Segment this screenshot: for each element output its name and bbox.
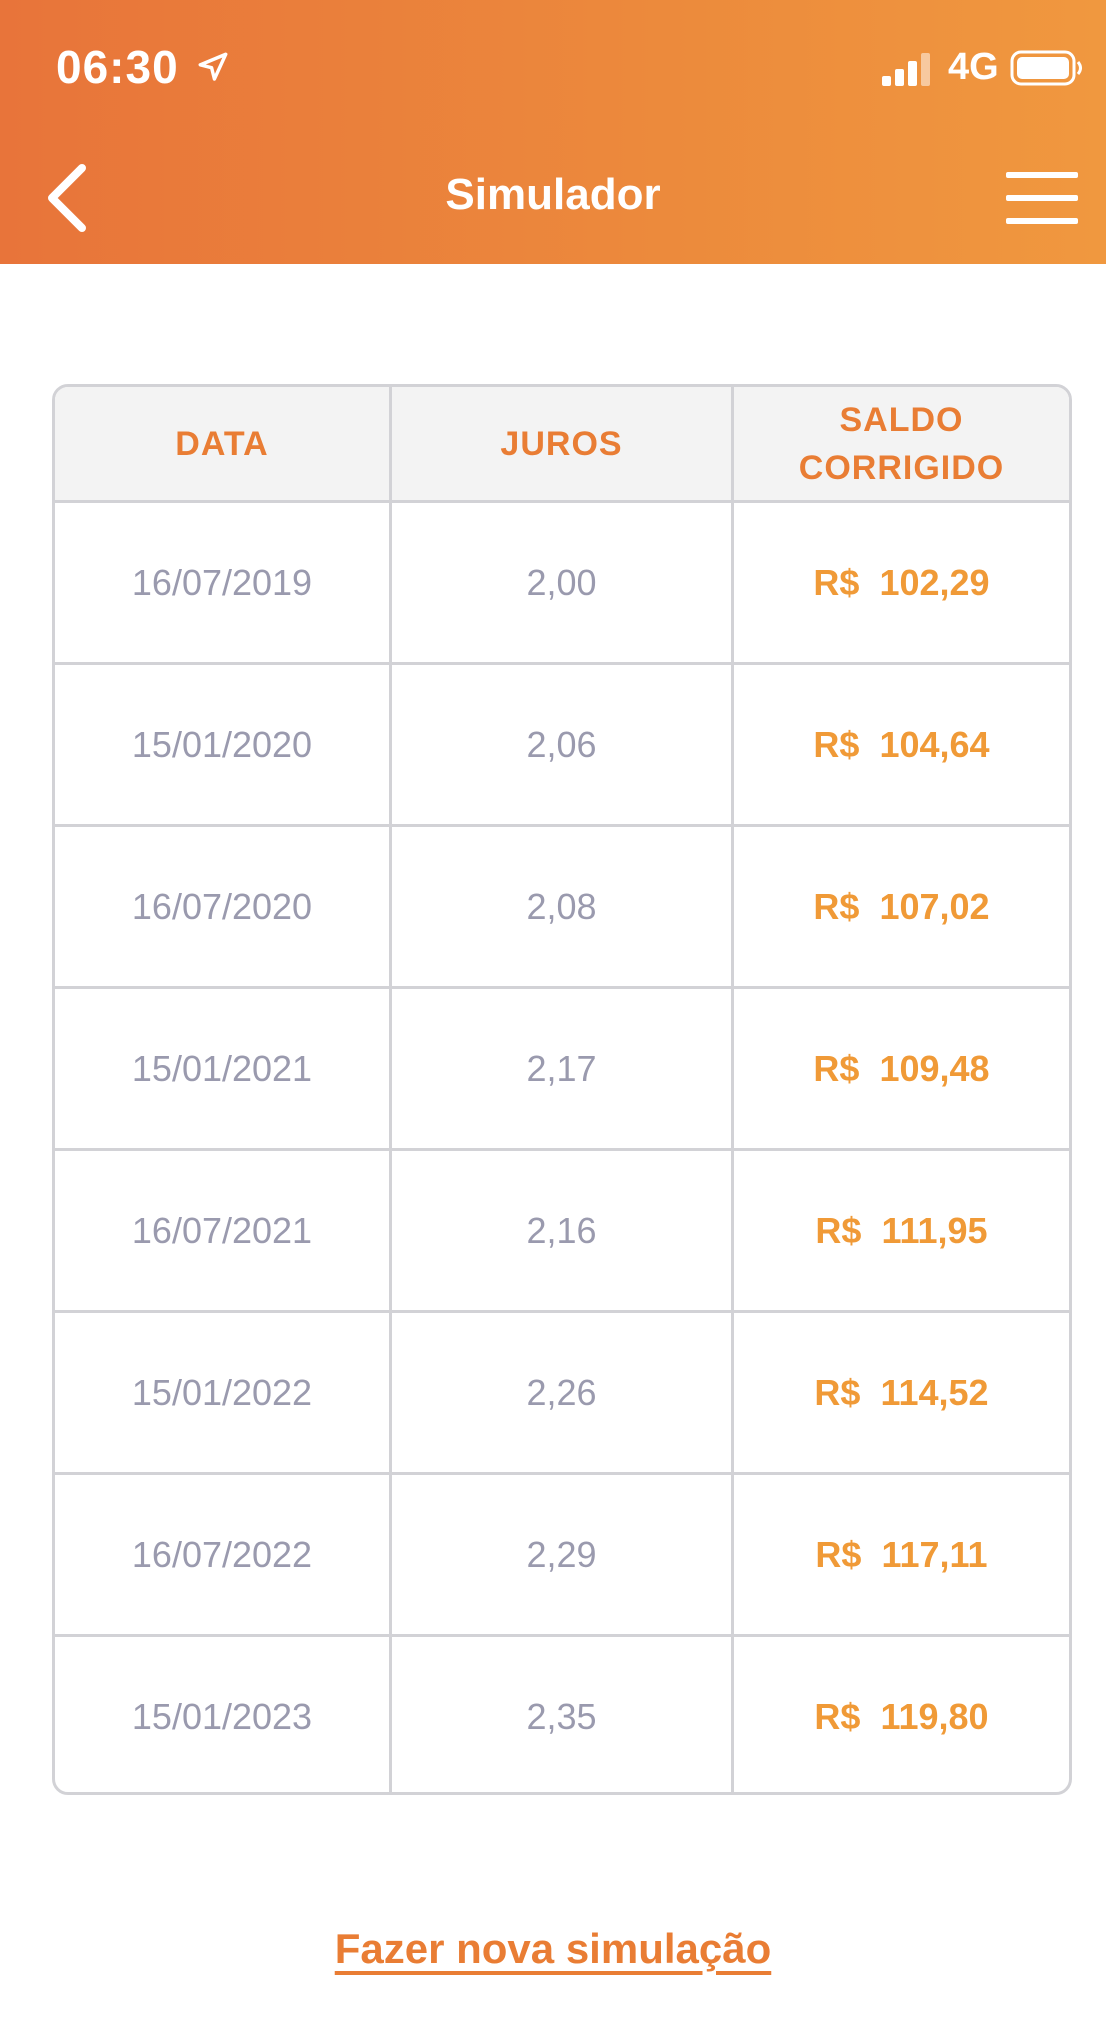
cell-interest: 2,16 <box>392 1151 734 1310</box>
table-row: 16/07/2022 2,29 R$ 117,11 <box>55 1472 1069 1634</box>
column-header-balance-label: SALDO CORRIGIDO <box>798 400 1005 487</box>
currency-symbol: R$ <box>813 1047 860 1089</box>
cell-date: 16/07/2020 <box>55 827 392 986</box>
table-row: 16/07/2019 2,00 R$ 102,29 <box>55 500 1069 662</box>
table-row: 16/07/2021 2,16 R$ 111,95 <box>55 1148 1069 1310</box>
balance-value: 119,80 <box>880 1695 989 1737</box>
balance-value: 104,64 <box>879 723 990 765</box>
currency-symbol: R$ <box>813 561 860 603</box>
simulation-table: DATA JUROS SALDO CORRIGIDO 16/07/2019 2,0… <box>52 384 1072 1795</box>
column-header-balance: SALDO CORRIGIDO <box>734 387 1069 500</box>
cell-date: 15/01/2020 <box>55 665 392 824</box>
cell-interest: 2,00 <box>392 503 734 662</box>
cell-interest: 2,29 <box>392 1475 734 1634</box>
cell-balance: R$ 104,64 <box>734 665 1069 824</box>
cell-balance: R$ 109,48 <box>734 989 1069 1148</box>
cell-date: 16/07/2022 <box>55 1475 392 1634</box>
cell-date: 16/07/2021 <box>55 1151 392 1310</box>
cell-date: 15/01/2021 <box>55 989 392 1148</box>
balance-value: 102,29 <box>879 561 990 603</box>
cell-balance: R$ 107,02 <box>734 827 1069 986</box>
location-arrow-icon <box>198 52 228 81</box>
column-header-interest: JUROS <box>392 387 734 500</box>
column-header-date: DATA <box>55 387 392 500</box>
table-row: 15/01/2023 2,35 R$ 119,80 <box>55 1634 1069 1792</box>
cell-interest: 2,08 <box>392 827 734 986</box>
cell-balance: R$ 114,52 <box>734 1313 1069 1472</box>
network-type: 4G <box>948 46 999 88</box>
hamburger-menu-icon <box>1006 172 1078 224</box>
cell-balance: R$ 117,11 <box>734 1475 1069 1634</box>
signal-bars-icon <box>882 53 930 86</box>
battery-icon <box>1010 50 1082 86</box>
table-row: 16/07/2020 2,08 R$ 107,02 <box>55 824 1069 986</box>
balance-value: 109,48 <box>879 1047 990 1089</box>
new-simulation-link[interactable]: Fazer nova simulação <box>335 1925 772 1972</box>
new-simulation-container: Fazer nova simulação <box>0 1925 1106 1973</box>
table-row: 15/01/2020 2,06 R$ 104,64 <box>55 662 1069 824</box>
table-header-row: DATA JUROS SALDO CORRIGIDO <box>55 387 1069 500</box>
menu-button[interactable] <box>1006 172 1078 224</box>
app-header: 06:30 4G Simulador <box>0 0 1106 264</box>
cell-balance: R$ 119,80 <box>734 1637 1069 1792</box>
table-row: 15/01/2021 2,17 R$ 109,48 <box>55 986 1069 1148</box>
cell-date: 15/01/2023 <box>55 1637 392 1792</box>
balance-value: 111,95 <box>881 1209 988 1251</box>
balance-value: 117,11 <box>881 1533 988 1575</box>
currency-symbol: R$ <box>813 885 860 927</box>
cell-date: 16/07/2019 <box>55 503 392 662</box>
cell-balance: R$ 111,95 <box>734 1151 1069 1310</box>
table-row: 15/01/2022 2,26 R$ 114,52 <box>55 1310 1069 1472</box>
status-time: 06:30 <box>56 41 179 93</box>
balance-value: 107,02 <box>879 885 990 927</box>
cell-interest: 2,35 <box>392 1637 734 1792</box>
currency-symbol: R$ <box>813 723 860 765</box>
currency-symbol: R$ <box>815 1209 862 1251</box>
page-title: Simulador <box>445 170 661 219</box>
currency-symbol: R$ <box>815 1533 862 1575</box>
cell-balance: R$ 102,29 <box>734 503 1069 662</box>
balance-value: 114,52 <box>880 1371 989 1413</box>
currency-symbol: R$ <box>814 1695 861 1737</box>
cell-interest: 2,17 <box>392 989 734 1148</box>
cell-interest: 2,26 <box>392 1313 734 1472</box>
currency-symbol: R$ <box>814 1371 861 1413</box>
cell-date: 15/01/2022 <box>55 1313 392 1472</box>
cell-interest: 2,06 <box>392 665 734 824</box>
